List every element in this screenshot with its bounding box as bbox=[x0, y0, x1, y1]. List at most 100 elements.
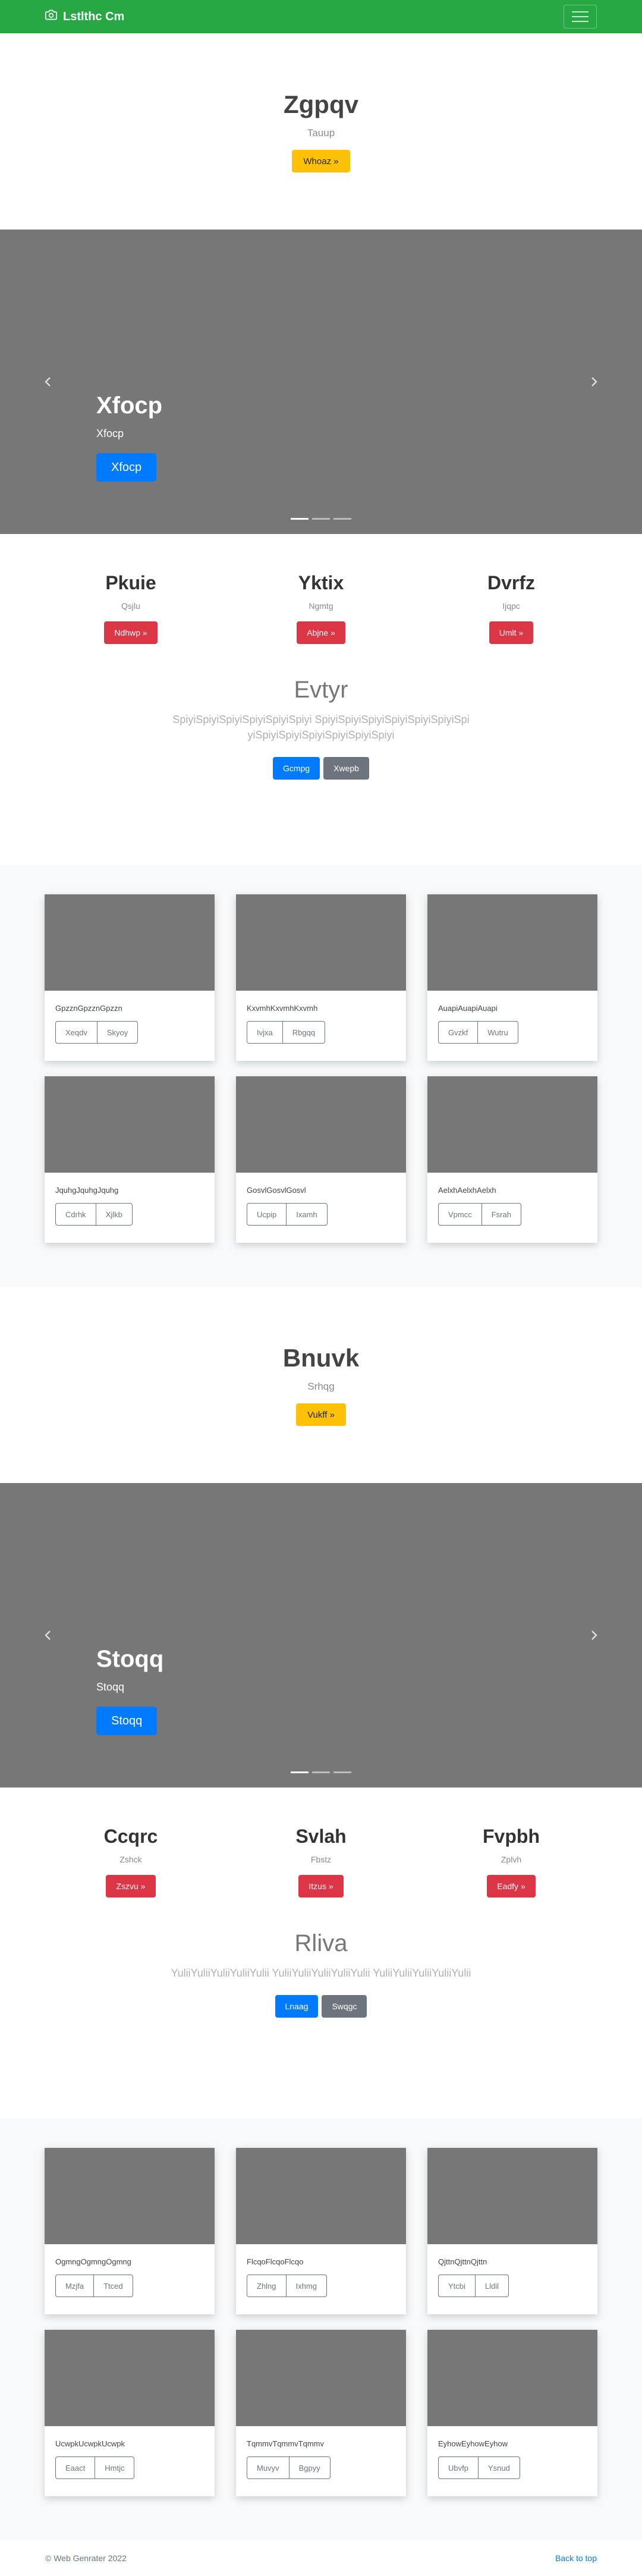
lead-secondary-button[interactable]: Swqgc bbox=[322, 1995, 367, 2018]
card-thumbnail bbox=[236, 2148, 406, 2244]
column-button[interactable]: Itzus » bbox=[298, 1875, 344, 1898]
card-text: QjttnQjttnQjttn bbox=[438, 2257, 487, 2266]
feature-column: Yktix Ngmtg Abjne » bbox=[226, 572, 416, 651]
carousel-indicator[interactable] bbox=[333, 518, 351, 520]
card-view-button[interactable]: Ytcbi bbox=[438, 2275, 476, 2297]
album-card: TqmmvTqmmvTqmmv Muvyv Bgpyy bbox=[236, 2330, 406, 2496]
lead-section-1: Evtyr SpiyiSpiyiSpiyiSpiyiSpiyiSpiyi Spi… bbox=[0, 651, 642, 865]
carousel-next-button[interactable] bbox=[585, 1626, 603, 1644]
card-edit-button[interactable]: Xjlkb bbox=[95, 1203, 133, 1226]
camera-icon bbox=[45, 9, 63, 24]
carousel-indicator[interactable] bbox=[291, 1771, 309, 1773]
card-edit-button[interactable]: Ixamh bbox=[286, 1203, 328, 1226]
card-thumbnail bbox=[427, 2330, 597, 2426]
carousel-indicator[interactable] bbox=[312, 1771, 330, 1773]
card-view-button[interactable]: Ucpip bbox=[247, 1203, 287, 1226]
feature-columns-2: Ccqrc Zshck Zszvu » Svlah Fbstz Itzus » … bbox=[0, 1788, 642, 1904]
carousel-indicator[interactable] bbox=[333, 1771, 351, 1773]
card-thumbnail bbox=[45, 1076, 215, 1173]
card-edit-button[interactable]: Ixhmg bbox=[285, 2275, 327, 2297]
column-text: Zshck bbox=[119, 1855, 142, 1864]
card-text: UcwpkUcwpkUcwpk bbox=[55, 2439, 125, 2448]
carousel-caption: Xfocp Xfocp Xfocp bbox=[96, 392, 162, 482]
jumbotron-button[interactable]: Whoaz » bbox=[292, 150, 350, 172]
card-text: GosvlGosvlGosvl bbox=[247, 1186, 306, 1195]
jumbotron-title: Bnuvk bbox=[282, 1344, 360, 1372]
carousel-prev-button[interactable] bbox=[39, 373, 57, 391]
feature-column: Dvrfz Ijqpc Umlt » bbox=[416, 572, 606, 651]
column-title: Svlah bbox=[295, 1826, 347, 1847]
carousel-indicators bbox=[291, 1771, 351, 1773]
card-view-button[interactable]: Mzjfa bbox=[55, 2275, 95, 2297]
feature-column: Ccqrc Zshck Zszvu » bbox=[36, 1826, 226, 1904]
column-button[interactable]: Ndhwp » bbox=[104, 621, 158, 644]
carousel-title: Stoqq bbox=[96, 1646, 164, 1672]
carousel-prev-button[interactable] bbox=[39, 1626, 57, 1644]
card-view-button[interactable]: Ubvfp bbox=[438, 2456, 479, 2479]
carousel-2: Stoqq Stoqq Stoqq bbox=[0, 1483, 642, 1788]
carousel-button[interactable]: Stoqq bbox=[96, 1707, 158, 1735]
card-view-button[interactable]: Eaact bbox=[55, 2456, 96, 2479]
column-button[interactable]: Zszvu » bbox=[106, 1875, 156, 1898]
carousel-next-button[interactable] bbox=[585, 373, 603, 391]
chevron-left-icon bbox=[45, 377, 51, 387]
card-edit-button[interactable]: Rbgqq bbox=[282, 1021, 326, 1044]
navbar: Lstlthc Cm bbox=[0, 0, 642, 33]
card-edit-button[interactable]: Lldil bbox=[474, 2275, 509, 2297]
carousel-indicator[interactable] bbox=[291, 518, 309, 520]
album-card: OgmngOgmngOgmng Mzjfa Ttced bbox=[45, 2148, 215, 2314]
brand-name: Lstlthc Cm bbox=[63, 10, 125, 23]
card-text: AuapiAuapiAuapi bbox=[438, 1004, 498, 1013]
card-edit-button[interactable]: Ttced bbox=[93, 2275, 133, 2297]
column-text: Zplvh bbox=[501, 1855, 522, 1864]
album-card: FlcqoFlcqoFlcqo Zhlng Ixhmg bbox=[236, 2148, 406, 2314]
album-card: JquhgJquhgJquhg Cdrhk Xjlkb bbox=[45, 1076, 215, 1243]
card-edit-button[interactable]: Ysnud bbox=[477, 2456, 520, 2479]
carousel-button[interactable]: Xfocp bbox=[96, 453, 157, 482]
carousel-indicator[interactable] bbox=[312, 518, 330, 520]
card-edit-button[interactable]: Fsrah bbox=[481, 1203, 521, 1226]
column-button[interactable]: Eadfy » bbox=[487, 1875, 536, 1898]
album-1: GpzznGpzznGpzzn Xeqdv Skyoy KxvmhKxvmhKxv… bbox=[0, 865, 642, 1287]
feature-columns-1: Pkuie Qsjlu Ndhwp » Yktix Ngmtg Abjne » … bbox=[0, 534, 642, 651]
card-view-button[interactable]: Ivjxa bbox=[247, 1021, 283, 1044]
card-view-button[interactable]: Cdrhk bbox=[55, 1203, 96, 1226]
card-thumbnail bbox=[45, 2330, 215, 2426]
brand-link[interactable]: Lstlthc Cm bbox=[45, 9, 124, 24]
chevron-left-icon bbox=[45, 1631, 51, 1640]
column-title: Ccqrc bbox=[103, 1826, 158, 1847]
card-edit-button[interactable]: Skyoy bbox=[96, 1021, 139, 1044]
card-edit-button[interactable]: Wutru bbox=[477, 1021, 518, 1044]
card-text: TqmmvTqmmvTqmmv bbox=[247, 2439, 324, 2448]
column-title: Pkuie bbox=[105, 572, 156, 593]
carousel-1: Xfocp Xfocp Xfocp bbox=[0, 230, 642, 534]
column-title: Yktix bbox=[298, 572, 344, 593]
card-view-button[interactable]: Gvzkf bbox=[438, 1021, 479, 1044]
card-thumbnail bbox=[427, 894, 597, 991]
lead-primary-button[interactable]: Gcmpg bbox=[273, 757, 320, 780]
album-card: UcwpkUcwpkUcwpk Eaact Hmtjc bbox=[45, 2330, 215, 2496]
lead-section-2: Rliva YuliiYuliiYuliiYuliiYulii YuliiYul… bbox=[0, 1904, 642, 2118]
column-button[interactable]: Abjne » bbox=[297, 621, 345, 644]
card-view-button[interactable]: Vpmcc bbox=[438, 1203, 482, 1226]
column-button[interactable]: Umlt » bbox=[489, 621, 534, 644]
lead-secondary-button[interactable]: Xwepb bbox=[323, 757, 369, 780]
carousel-indicators bbox=[291, 518, 351, 520]
navbar-toggler[interactable] bbox=[564, 5, 597, 29]
card-thumbnail bbox=[45, 2148, 215, 2244]
back-to-top-link[interactable]: Back to top bbox=[555, 2553, 597, 2563]
card-view-button[interactable]: Xeqdv bbox=[55, 1021, 97, 1044]
card-thumbnail bbox=[236, 2330, 406, 2426]
card-edit-button[interactable]: Hmtjc bbox=[95, 2456, 135, 2479]
card-view-button[interactable]: Zhlng bbox=[247, 2275, 287, 2297]
jumbotron-button[interactable]: Vukff » bbox=[296, 1403, 346, 1426]
album-card: AuapiAuapiAuapi Gvzkf Wutru bbox=[427, 894, 597, 1061]
chevron-right-icon bbox=[591, 1631, 597, 1640]
lead-primary-button[interactable]: Lnaag bbox=[275, 1995, 319, 2018]
card-view-button[interactable]: Muvyv bbox=[247, 2456, 289, 2479]
card-edit-button[interactable]: Bgpyy bbox=[288, 2456, 331, 2479]
card-thumbnail bbox=[236, 1076, 406, 1173]
card-text: GpzznGpzznGpzzn bbox=[55, 1004, 122, 1013]
album-card: EyhowEyhowEyhow Ubvfp Ysnud bbox=[427, 2330, 597, 2496]
column-title: Fvpbh bbox=[483, 1826, 540, 1847]
